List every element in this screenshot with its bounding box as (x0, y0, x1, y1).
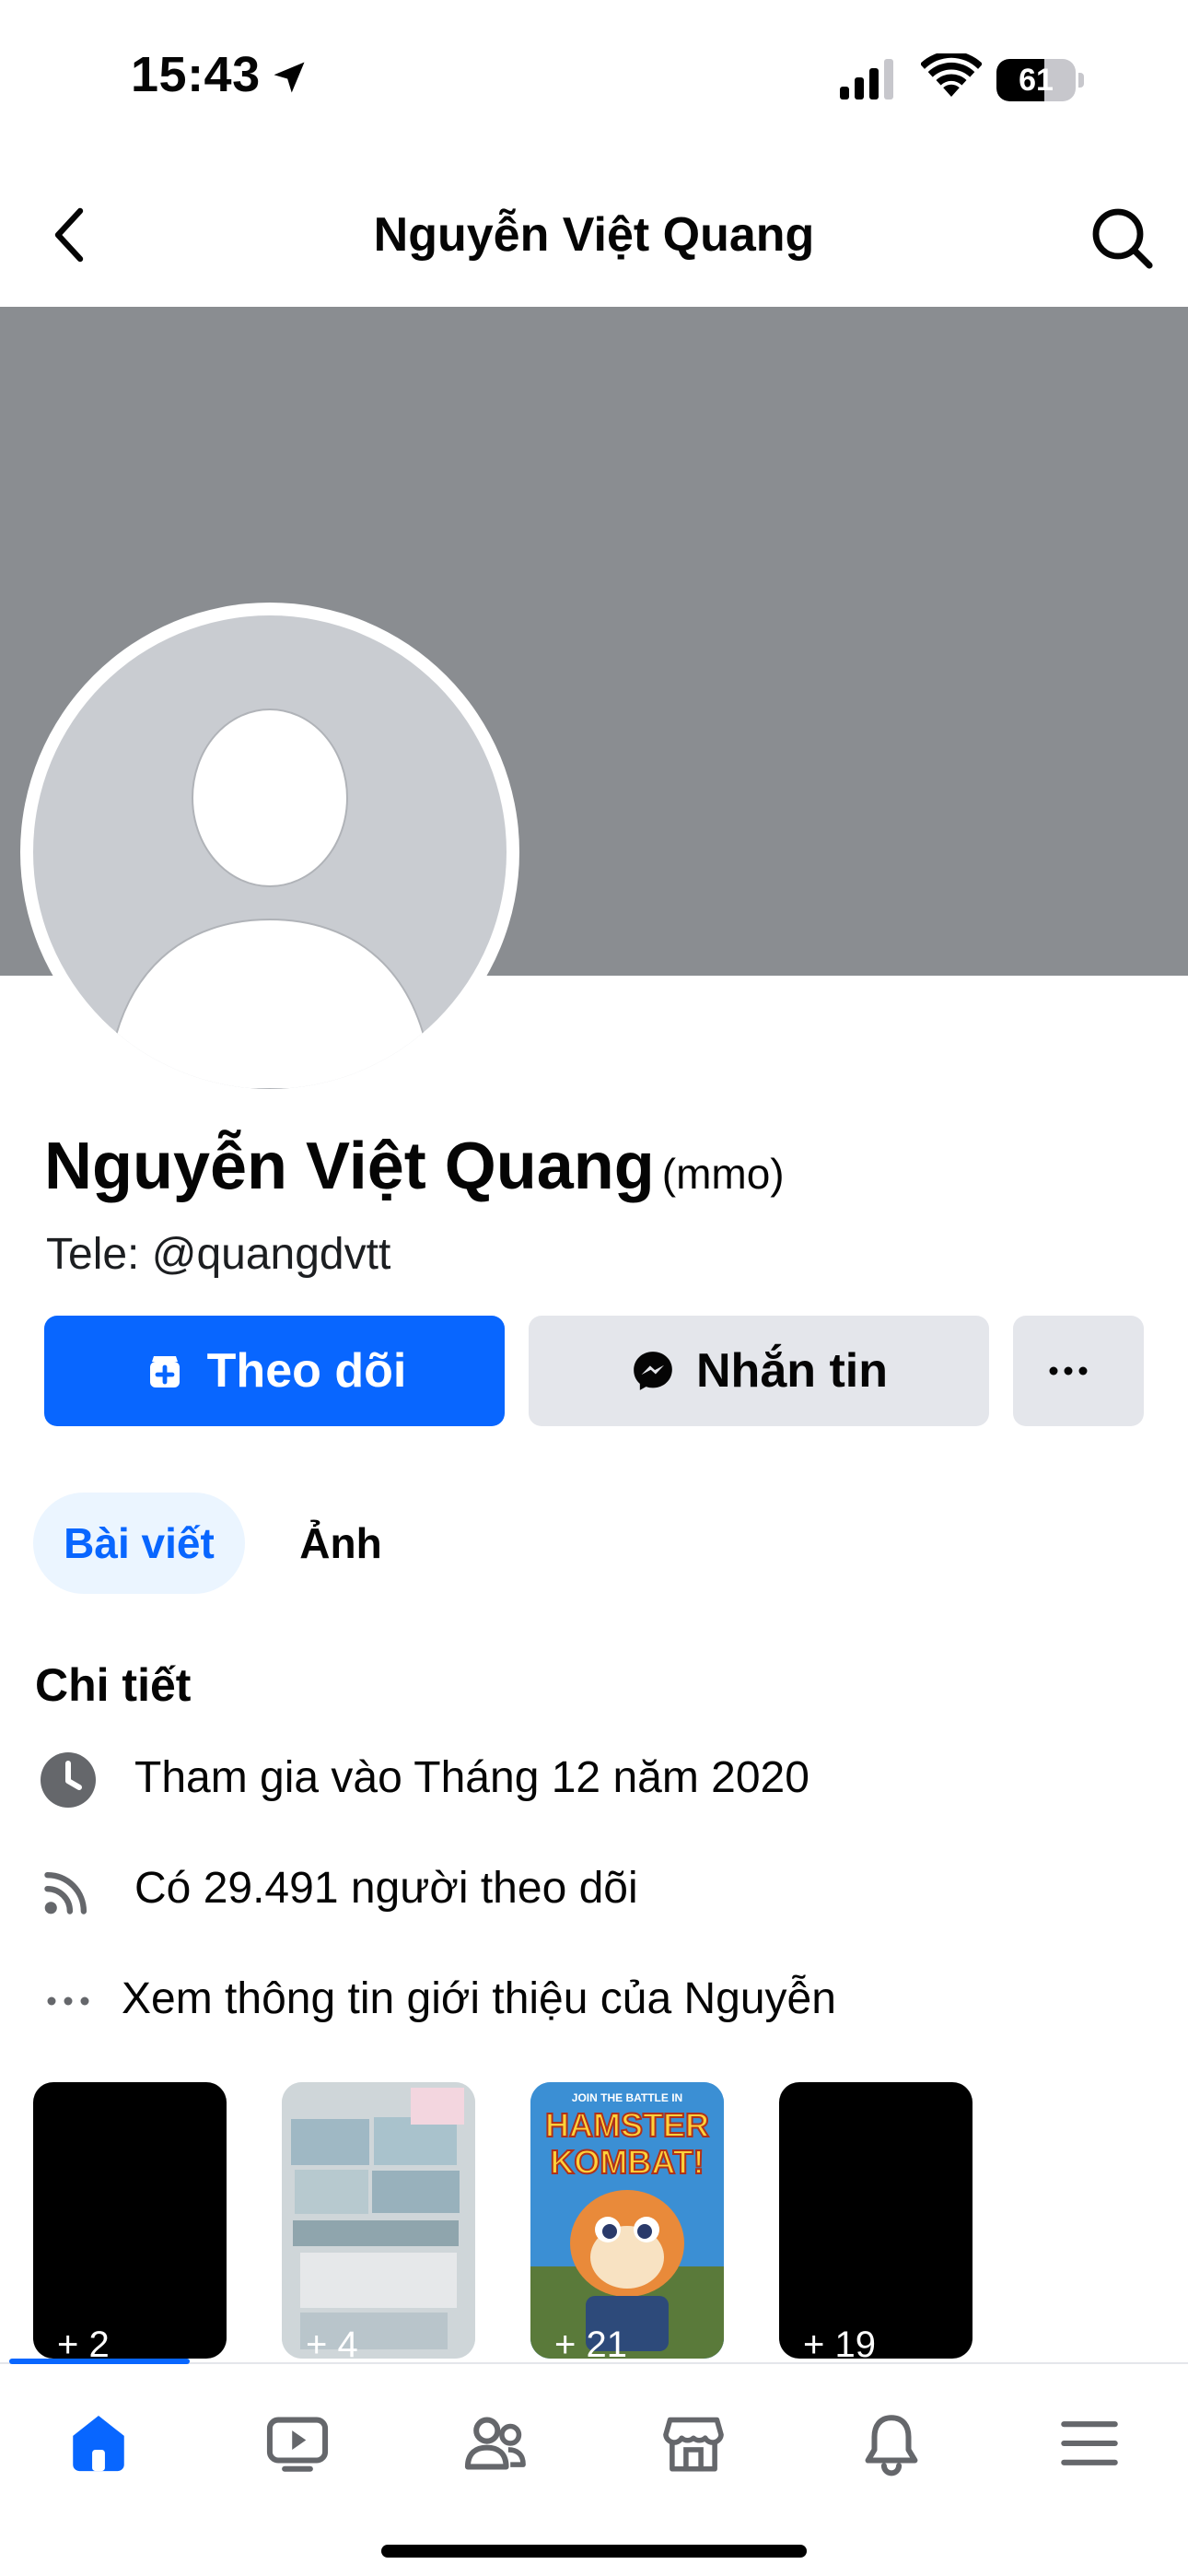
status-bar: 15:43 61 (0, 0, 1188, 157)
more-dots-icon (47, 1996, 89, 2006)
bottom-tab-bar (0, 2359, 1188, 2576)
highlight-count: + 4 (306, 2324, 358, 2359)
battery-percent: 61 (1019, 63, 1054, 98)
search-button[interactable] (1085, 201, 1159, 275)
header-title: Nguyễn Việt Quang (373, 208, 815, 262)
nav-menu[interactable] (1039, 2397, 1140, 2489)
cellular-signal-icon (840, 59, 893, 100)
detail-see-about-text: Xem thông tin giới thiệu của Nguyễn (122, 1974, 836, 2023)
top-header: Nguyễn Việt Quang (0, 175, 1188, 304)
details-heading: Chi tiết (35, 1659, 192, 1711)
highlight-count: + 21 (554, 2324, 627, 2359)
default-avatar-silhouette-icon (105, 708, 435, 1089)
location-arrow-icon (274, 62, 305, 93)
rss-icon (44, 1871, 87, 1914)
highlight-count: + 19 (803, 2324, 876, 2359)
profile-name: Nguyễn Việt Quang (mmo) (44, 1129, 785, 1204)
detail-followers[interactable]: Có 29.491 người theo dõi (0, 1852, 1188, 1926)
highlight-art-title: HAMSTER (544, 2105, 710, 2145)
detail-joined: Tham gia vào Tháng 12 năm 2020 (0, 1741, 1188, 1815)
home-indicator (381, 2545, 807, 2558)
menu-icon (1061, 2421, 1118, 2465)
highlight-count: + 2 (57, 2324, 110, 2359)
featured-highlight[interactable]: + 19 (779, 2082, 973, 2359)
messenger-icon (634, 1352, 672, 1390)
profile-bio: Tele: @quangdvtt (46, 1230, 391, 1279)
profile-name-text: Nguyễn Việt Quang (44, 1130, 655, 1203)
tab-photos[interactable]: Ảnh (276, 1493, 405, 1594)
detail-followers-text: Có 29.491 người theo dõi (134, 1864, 638, 1913)
follow-icon (149, 1356, 180, 1388)
wifi-icon (921, 53, 982, 97)
bell-icon (865, 2415, 918, 2476)
video-icon (266, 2417, 329, 2472)
tab-posts[interactable]: Bài viết (33, 1493, 245, 1594)
home-icon (73, 2415, 124, 2472)
message-label: Nhắn tin (696, 1344, 888, 1398)
nav-home[interactable] (48, 2397, 149, 2489)
active-tab-indicator (9, 2359, 190, 2364)
featured-highlight[interactable]: + 4 (282, 2082, 475, 2359)
status-time: 15:43 (131, 47, 261, 102)
profile-name-suffix: (mmo) (661, 1150, 785, 1198)
search-icon (1092, 208, 1153, 269)
more-options-button[interactable] (1013, 1316, 1144, 1426)
highlight-art-title-2: KOMBAT! (549, 2142, 705, 2182)
clock-icon (41, 1752, 96, 1808)
follow-button[interactable]: Theo dõi (44, 1316, 505, 1426)
profile-avatar[interactable] (20, 603, 519, 1102)
marketplace-icon (663, 2417, 724, 2472)
friends-icon (464, 2417, 526, 2470)
nav-video[interactable] (247, 2397, 348, 2489)
featured-highlight[interactable]: JOIN THE BATTLE IN HAMSTER KOMBAT! + 21 (530, 2082, 724, 2359)
featured-highlight[interactable]: + 2 (33, 2082, 227, 2359)
more-dots-icon (1049, 1366, 1088, 1376)
highlight-art-caption: JOIN THE BATTLE IN (571, 2091, 683, 2104)
nav-notifications[interactable] (841, 2397, 942, 2489)
battery-indicator: 61 (996, 59, 1084, 101)
highlight-cover-image (282, 2082, 475, 2359)
follow-label: Theo dõi (206, 1344, 407, 1398)
nav-marketplace[interactable] (643, 2397, 744, 2489)
detail-see-about[interactable]: Xem thông tin giới thiệu của Nguyễn (0, 1962, 1188, 2036)
detail-joined-text: Tham gia vào Tháng 12 năm 2020 (134, 1753, 809, 1802)
nav-friends[interactable] (445, 2397, 546, 2489)
message-button[interactable]: Nhắn tin (529, 1316, 989, 1426)
